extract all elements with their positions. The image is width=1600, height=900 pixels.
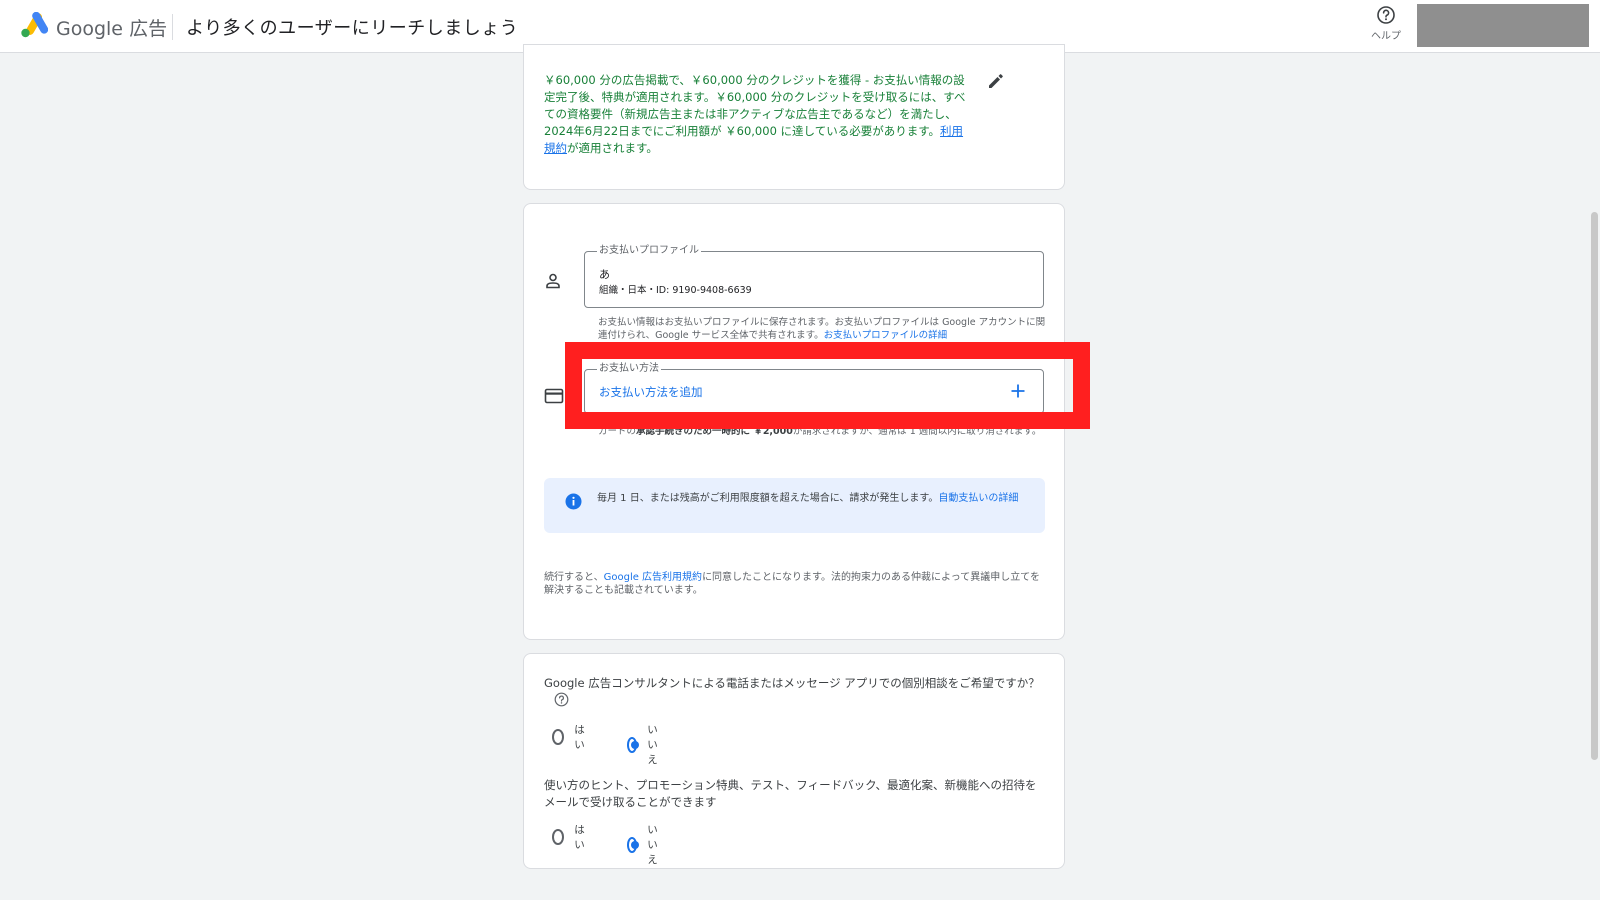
consultation-question: Google 広告コンサルタントによる電話またはメッセージ アプリでの個別相談を…	[544, 675, 1044, 709]
promo-suffix: が適用されます。	[567, 141, 658, 155]
consultation-yes-radio[interactable]: はい	[552, 722, 589, 752]
google-ads-terms-link[interactable]: Google 広告利用規約	[604, 572, 702, 583]
payment-profile-field[interactable]: お支払いプロファイル あ 組織・日本・ID: 9190-9408-6639	[584, 244, 1044, 308]
consultation-card: Google 広告コンサルタントによる電話またはメッセージ アプリでの個別相談を…	[523, 653, 1065, 869]
radio-circle[interactable]	[627, 736, 640, 753]
highlight-box	[565, 342, 1090, 429]
edit-icon[interactable]	[986, 71, 1006, 91]
radio-label-yes: はい	[574, 824, 585, 851]
profile-detail: 組織・日本・ID: 9190-9408-6639	[599, 285, 752, 296]
question-icon[interactable]	[554, 692, 569, 707]
billing-info-box: 毎月 1 日、または残高がご利用限度額を超えた場合に、請求が発生します。自動支払…	[544, 478, 1045, 533]
info-icon	[565, 493, 582, 510]
terms-text: 続行すると、Google 広告利用規約に同意したことになります。法的拘束力のある…	[544, 571, 1044, 597]
email-tips-no-radio[interactable]: いいえ	[627, 822, 664, 867]
auto-payment-details-link[interactable]: 自動支払いの詳細	[938, 493, 1018, 504]
info-body: 毎月 1 日、または残高がご利用限度額を超えた場合に、請求が発生します。	[597, 493, 939, 504]
radio-circle[interactable]	[552, 829, 565, 845]
radio-label-no: いいえ	[647, 824, 658, 866]
profile-details-link[interactable]: お支払いプロファイルの詳細	[824, 330, 948, 341]
radio-label-no: いいえ	[647, 724, 658, 766]
consultation-no-radio[interactable]: いいえ	[627, 722, 664, 767]
person-icon	[546, 273, 560, 289]
help-button[interactable]: ヘルプ	[1366, 5, 1406, 42]
profile-help-text: お支払い情報はお支払いプロファイルに保存されます。お支払いプロファイルは Goo…	[598, 316, 1048, 342]
brand-name: Google 広告	[56, 14, 167, 41]
credit-card-icon	[544, 388, 564, 404]
promo-card: ￥60,000 分の広告掲載で、￥60,000 分のクレジットを獲得 - お支払…	[523, 44, 1065, 190]
profile-name: あ	[599, 268, 610, 281]
header-divider	[172, 14, 173, 40]
radio-label-yes: はい	[574, 724, 585, 751]
account-block[interactable]	[1417, 4, 1589, 47]
promo-body: ￥60,000 分の広告掲載で、￥60,000 分のクレジットを獲得 - お支払…	[544, 73, 966, 138]
page-title: より多くのユーザーにリーチしましょう	[186, 18, 519, 39]
brand-google: Google	[56, 18, 124, 40]
help-icon	[1377, 6, 1395, 24]
email-tips-question: 使い方のヒント、プロモーション特典、テスト、フィードバック、最適化案、新機能への…	[544, 778, 1037, 809]
email-tips-yes-radio[interactable]: はい	[552, 822, 589, 852]
promo-text: ￥60,000 分の広告掲載で、￥60,000 分のクレジットを獲得 - お支払…	[544, 72, 972, 157]
terms-prefix: 続行すると、	[544, 572, 604, 583]
google-ads-logo[interactable]	[20, 12, 48, 38]
radio-circle[interactable]	[627, 836, 640, 853]
brand-ads: 広告	[129, 18, 168, 40]
help-label: ヘルプ	[1371, 31, 1401, 42]
consultation-question-text: Google 広告コンサルタントによる電話またはメッセージ アプリでの個別相談を…	[544, 676, 1040, 690]
profile-help-body: お支払い情報はお支払いプロファイルに保存されます。お支払いプロファイルは Goo…	[598, 317, 1046, 341]
billing-info-text: 毎月 1 日、または残高がご利用限度額を超えた場合に、請求が発生します。自動支払…	[597, 492, 1022, 505]
radio-circle[interactable]	[552, 729, 565, 745]
scrollbar-thumb[interactable]	[1591, 212, 1598, 760]
payment-profile-legend: お支払いプロファイル	[597, 244, 701, 258]
